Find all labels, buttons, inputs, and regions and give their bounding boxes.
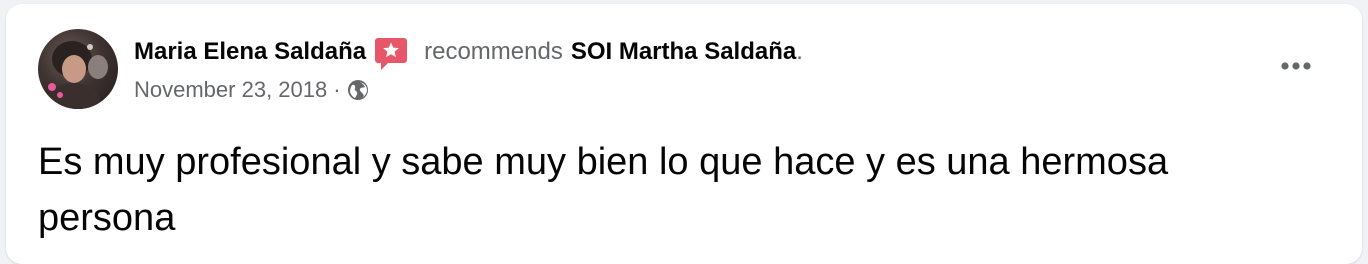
post-title-line: Maria Elena Saldaña recommends SOI Marth… <box>134 32 1282 72</box>
title-period: . <box>796 38 803 65</box>
author-name-link[interactable]: Maria Elena Saldaña <box>134 38 366 66</box>
author-avatar[interactable] <box>38 29 118 109</box>
recommends-text: recommends <box>424 38 563 65</box>
post-date-link[interactable]: November 23, 2018 <box>134 77 327 103</box>
post-header: Maria Elena Saldaña recommends SOI Marth… <box>134 32 1282 104</box>
page-name-link[interactable]: SOI Martha Saldaña <box>571 38 796 66</box>
globe-icon[interactable] <box>347 79 369 101</box>
post-body-text: Es muy profesional y sabe muy bien lo qu… <box>38 141 1169 239</box>
meta-separator: · <box>333 77 341 102</box>
recommendation-post-card: Maria Elena Saldaña recommends SOI Marth… <box>6 4 1362 264</box>
more-options-icon <box>1280 58 1312 76</box>
post-meta-line: November 23, 2018 · <box>134 76 1282 104</box>
more-options-button[interactable] <box>1276 47 1316 87</box>
recommend-star-icon <box>374 36 408 72</box>
